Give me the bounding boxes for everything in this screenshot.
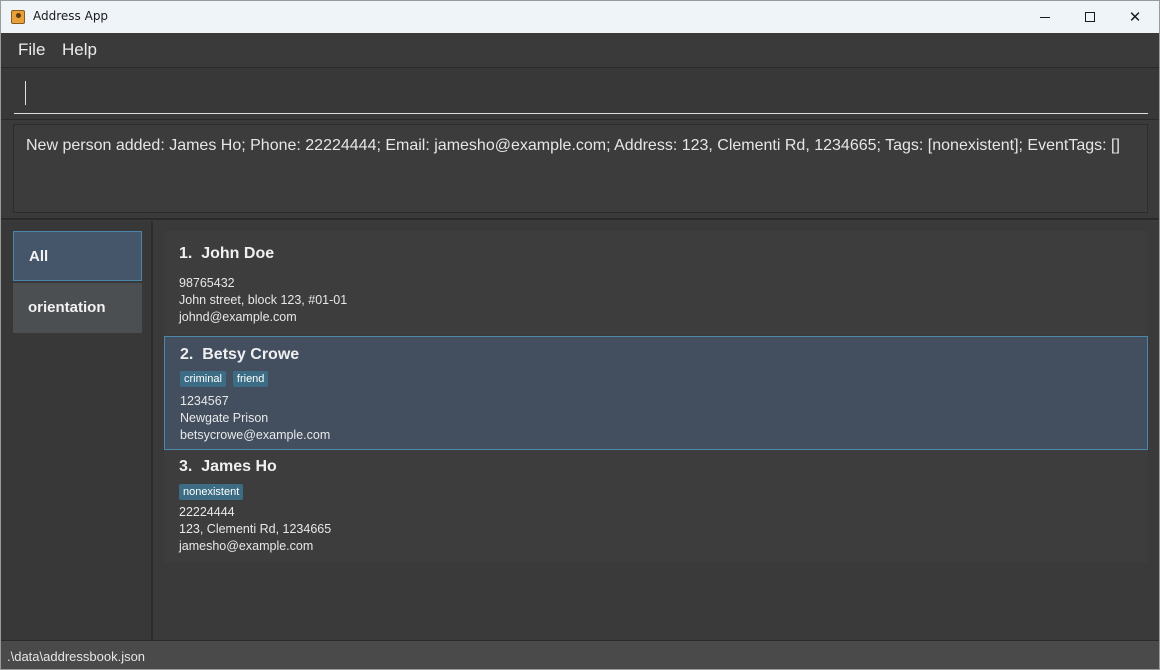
person-name-text: John Doe [201,245,275,262]
text-caret [25,81,26,105]
tag-badge: friend [232,371,269,387]
window-title: Address App [33,9,109,23]
result-display[interactable]: New person added: James Ho; Phone: 22224… [13,124,1148,213]
person-card-selected[interactable]: 2. Betsy Crowe criminal friend 1234567 Ne… [164,336,1148,450]
person-card[interactable]: 3. James Ho nonexistent 22224444 123, Cl… [164,450,1148,562]
result-display-panel: New person added: James Ho; Phone: 22224… [1,120,1159,220]
menu-file[interactable]: File [18,40,45,60]
person-phone: 98765432 [179,276,235,290]
person-address: John street, block 123, #01-01 [179,293,348,307]
person-index: 2. [180,346,194,363]
tag-sidebar: All orientation [1,221,153,640]
person-address: 123, Clementi Rd, 1234665 [179,522,332,536]
menu-help[interactable]: Help [62,40,97,60]
person-name-text: James Ho [201,458,277,475]
command-box [1,68,1159,120]
sidebar-item-all[interactable]: All [13,231,142,281]
person-email: betsycrowe@example.com [180,428,331,442]
close-icon: ✕ [1128,7,1142,26]
person-name-text: Betsy Crowe [202,346,300,363]
close-button[interactable]: ✕ [1112,1,1158,33]
person-name: 2. Betsy Crowe [180,346,299,364]
tag-list: nonexistent [179,482,250,500]
person-card[interactable]: 1. John Doe 98765432 John street, block … [164,231,1148,335]
tag-badge: nonexistent [179,484,244,500]
title-bar[interactable]: Address App ✕ [1,1,1159,33]
person-index: 1. [179,245,193,262]
maximize-button[interactable] [1067,1,1113,33]
address-book-icon [11,10,25,24]
person-list: 1. John Doe 98765432 John street, block … [153,221,1159,640]
person-name: 1. John Doe [179,245,274,263]
person-phone: 22224444 [179,505,235,519]
status-bar: .\data\addressbook.json [1,640,1159,669]
tag-list: criminal friend [180,369,275,387]
minimize-button[interactable] [1022,1,1068,33]
maximize-icon [1085,12,1095,22]
person-address: Newgate Prison [180,411,269,425]
sidebar-item-orientation[interactable]: orientation [13,283,142,333]
app-window: Address App ✕ File Help New person added… [0,0,1160,670]
command-input[interactable] [14,74,1148,114]
person-email: jamesho@example.com [179,539,314,553]
person-phone: 1234567 [180,394,229,408]
save-location: .\data\addressbook.json [7,649,146,664]
person-index: 3. [179,458,193,475]
person-email: johnd@example.com [179,310,297,324]
minimize-icon [1040,16,1050,18]
menu-bar: File Help [1,33,1159,68]
tag-badge: criminal [180,371,226,387]
person-name: 3. James Ho [179,458,277,476]
